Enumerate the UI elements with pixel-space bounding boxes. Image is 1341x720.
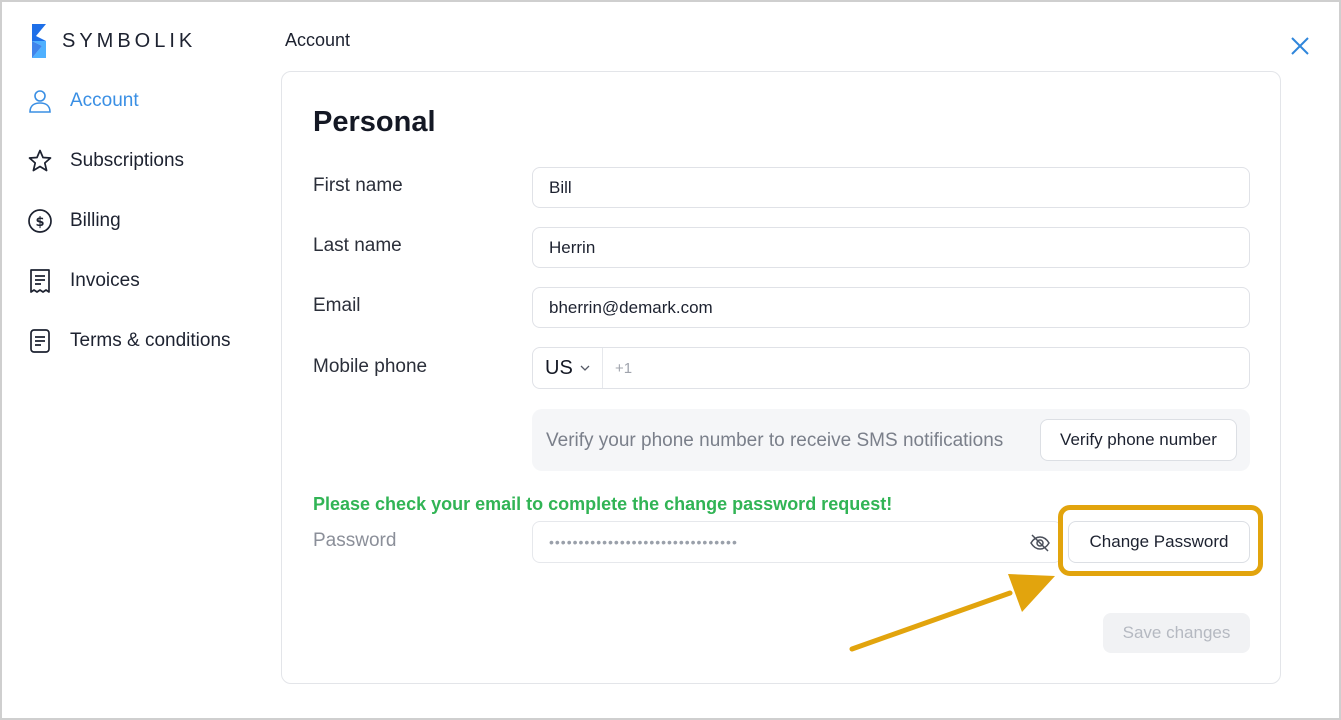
- page-title: Account: [285, 30, 351, 50]
- section-title: Personal: [313, 106, 436, 138]
- user-icon: [26, 87, 54, 115]
- eye-off-icon[interactable]: [1029, 532, 1051, 554]
- chevron-down-icon: [580, 365, 590, 371]
- mobile-phone-label: Mobile phone: [313, 356, 428, 377]
- receipt-icon: [26, 267, 54, 295]
- password-mask: ••••••••••••••••••••••••••••••••: [549, 534, 738, 550]
- first-name-input[interactable]: Bill: [532, 167, 1250, 208]
- dollar-circle-icon: $: [26, 207, 54, 235]
- sidebar-item-label: Invoices: [70, 270, 140, 291]
- symbolik-logo-icon: [32, 24, 46, 58]
- close-icon[interactable]: [1288, 34, 1312, 58]
- sidebar-item-account[interactable]: Account: [26, 81, 266, 121]
- password-label: Password: [313, 530, 397, 551]
- last-name-label: Last name: [313, 235, 402, 256]
- sidebar-item-subscriptions[interactable]: Subscriptions: [26, 141, 266, 181]
- sidebar-item-label: Subscriptions: [70, 150, 185, 171]
- sidebar-item-label: Billing: [70, 210, 121, 231]
- star-icon: [26, 147, 54, 175]
- brand-logo: SYMBOLIK: [28, 24, 196, 58]
- phone-number-input[interactable]: +1: [603, 348, 632, 388]
- save-changes-button[interactable]: Save changes: [1103, 613, 1250, 653]
- email-input[interactable]: bherrin@demark.com: [532, 287, 1250, 328]
- country-code-select[interactable]: US: [533, 348, 603, 388]
- change-password-button[interactable]: Change Password: [1068, 521, 1250, 563]
- brand-name: SYMBOLIK: [62, 29, 197, 52]
- last-name-input[interactable]: Herrin: [532, 227, 1250, 268]
- sidebar-item-terms[interactable]: Terms & conditions: [26, 321, 266, 361]
- sidebar-item-invoices[interactable]: Invoices: [26, 261, 266, 301]
- annotation-arrow-icon: [849, 574, 1055, 652]
- first-name-label: First name: [313, 175, 403, 196]
- mobile-phone-field: US +1: [532, 347, 1250, 389]
- country-code-value: US: [545, 356, 573, 379]
- sidebar-item-label: Terms & conditions: [70, 330, 231, 351]
- svg-text:$: $: [35, 215, 44, 230]
- email-label: Email: [313, 295, 361, 316]
- verify-phone-text: Verify your phone number to receive SMS …: [546, 430, 1004, 451]
- sidebar-item-billing[interactable]: $ Billing: [26, 201, 266, 241]
- password-input[interactable]: ••••••••••••••••••••••••••••••••: [532, 521, 1062, 563]
- verify-phone-button[interactable]: Verify phone number: [1040, 419, 1237, 461]
- sidebar-item-label: Account: [70, 90, 139, 111]
- success-message: Please check your email to complete the …: [313, 494, 893, 514]
- document-icon: [26, 327, 54, 355]
